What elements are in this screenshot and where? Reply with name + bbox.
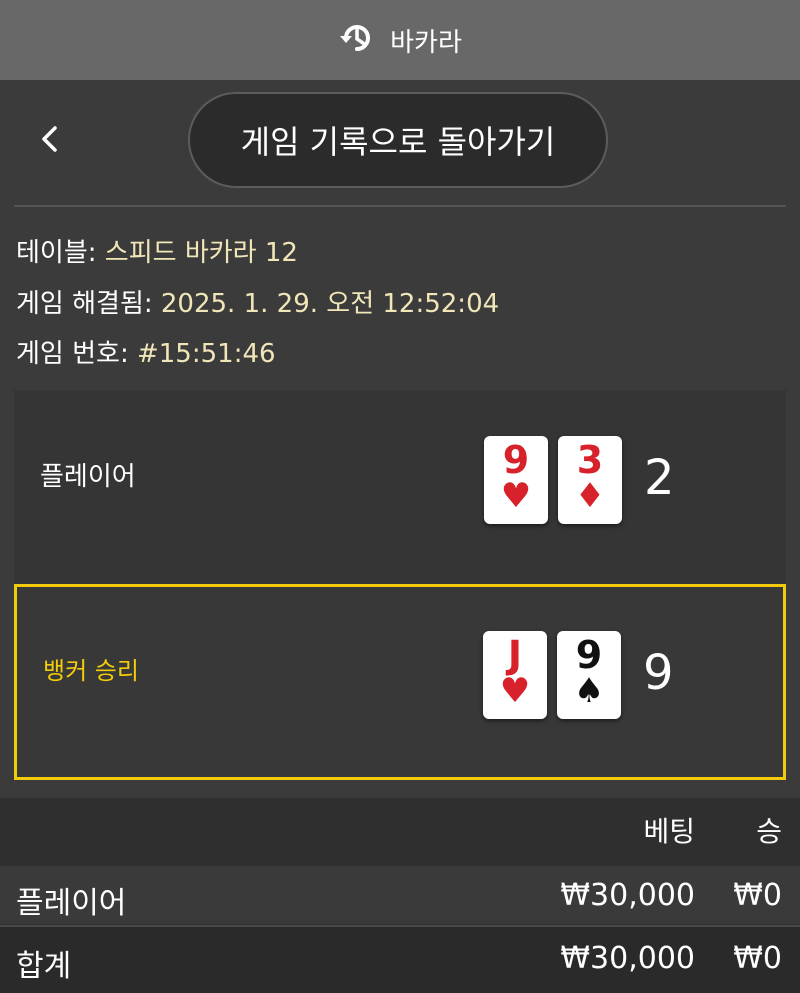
- win-column-header: 승: [756, 815, 782, 848]
- total-label: 합계: [16, 949, 72, 984]
- title-wrap: 바카라: [338, 19, 462, 61]
- spade-icon: ♠: [573, 671, 605, 711]
- game-number-value: #15:51:46: [136, 339, 276, 369]
- diamond-icon: ♦: [574, 476, 606, 516]
- bet-amount: ₩30,000: [560, 878, 695, 913]
- table-label: 테이블:: [16, 238, 97, 268]
- win-amount: ₩0: [733, 878, 782, 913]
- player-score: 2: [644, 450, 675, 506]
- table-info: 테이블: 스피드 바카라 12: [16, 232, 298, 269]
- playing-card: 3 ♦: [558, 436, 622, 524]
- bets-table: 베팅 승 플레이어 ₩30,000 ₩0 합계 ₩30,000 ₩0: [0, 798, 800, 993]
- player-hand-row: 플레이어 9 ♥ 3 ♦ 2: [14, 390, 786, 585]
- page-title: 바카라: [390, 27, 462, 58]
- divider: [14, 205, 786, 207]
- chevron-left-icon: [38, 123, 62, 159]
- back-button[interactable]: [30, 118, 70, 164]
- game-number-info: 게임 번호: #15:51:46: [16, 333, 276, 370]
- return-to-history-button[interactable]: 게임 기록으로 돌아가기: [188, 92, 608, 188]
- banker-win-label: 뱅커 승리: [43, 657, 139, 685]
- total-win-amount: ₩0: [733, 941, 782, 976]
- player-label: 플레이어: [40, 462, 136, 492]
- heart-icon: ♥: [499, 671, 531, 711]
- resolved-value: 2025. 1. 29. 오전 12:52:04: [160, 289, 500, 319]
- total-bet-amount: ₩30,000: [560, 941, 695, 976]
- game-number-label: 게임 번호:: [16, 339, 129, 369]
- bet-column-header: 베팅: [643, 815, 695, 848]
- playing-card: 9 ♠: [557, 631, 621, 719]
- total-row: 합계 ₩30,000 ₩0: [0, 925, 800, 993]
- resolved-info: 게임 해결됨: 2025. 1. 29. 오전 12:52:04: [16, 283, 499, 320]
- table-row: 플레이어 ₩30,000 ₩0: [0, 866, 800, 924]
- resolved-label: 게임 해결됨:: [16, 289, 153, 319]
- banker-score: 9: [643, 645, 674, 701]
- nav-row: 게임 기록으로 돌아가기: [0, 80, 800, 205]
- table-value: 스피드 바카라 12: [104, 238, 298, 268]
- bet-type-label: 플레이어: [16, 886, 127, 921]
- playing-card: J ♥: [483, 631, 547, 719]
- top-bar: 바카라: [0, 0, 800, 80]
- banker-hand-row: 뱅커 승리 J ♥ 9 ♠ 9: [14, 584, 786, 780]
- history-icon: [338, 19, 376, 61]
- heart-icon: ♥: [500, 476, 532, 516]
- playing-card: 9 ♥: [484, 436, 548, 524]
